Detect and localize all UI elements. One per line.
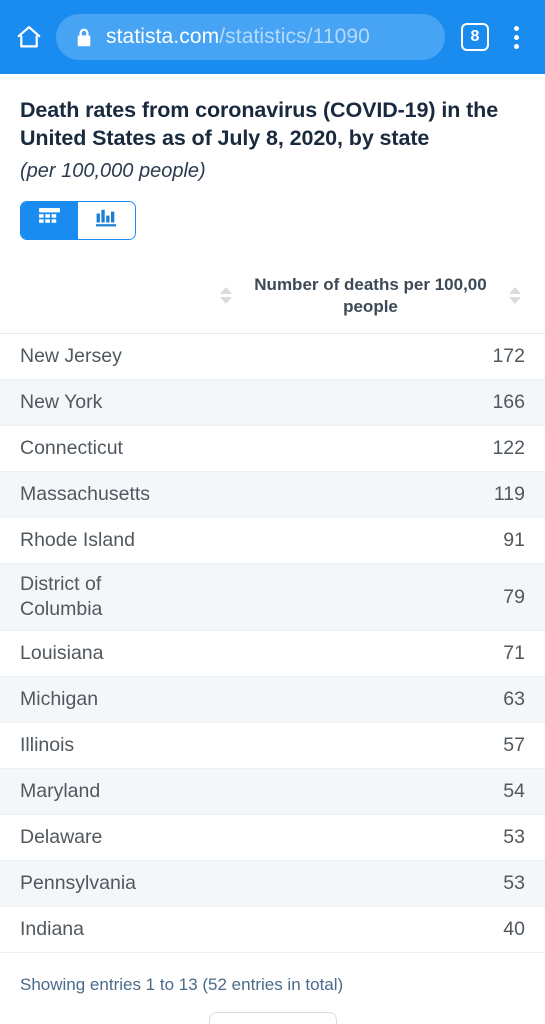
table-cell-state: Michigan [20, 688, 99, 711]
browser-toolbar: statista.com/statistics/11090 8 [0, 0, 545, 74]
table-grid-icon [39, 208, 60, 232]
table-cell-state: Massachusetts [20, 483, 151, 506]
tab-count-button[interactable]: 8 [461, 23, 489, 51]
menu-dot [513, 25, 519, 31]
sort-up-arrow [220, 287, 232, 294]
sort-down-arrow [509, 297, 521, 304]
table-body: New Jersey 172 New York 166 Connecticut 122 Ma… [0, 334, 545, 954]
table-cell-value: 53 [503, 872, 525, 895]
table-header-row: Number of deaths per 100,00 people [0, 262, 545, 335]
table-cell-value: 172 [492, 345, 525, 368]
table-cell-state: Maryland [20, 780, 101, 803]
table-cell-value: 91 [503, 529, 525, 552]
table-cell-value: 166 [492, 391, 525, 414]
table-row: New Jersey 172 [0, 334, 545, 381]
data-table: Number of deaths per 100,00 people New J… [0, 262, 545, 954]
lock-icon [76, 28, 92, 47]
page-title: Death rates from coronavirus (COVID-19) … [20, 98, 499, 151]
table-row: Michigan 63 [0, 677, 545, 724]
sort-arrows-icon-state[interactable] [216, 287, 236, 304]
table-row: District of Columbia 79 [0, 564, 545, 632]
table-row: Indiana 40 [0, 907, 545, 954]
tab-count-label: 8 [470, 28, 480, 45]
table-row: Louisiana 71 [0, 631, 545, 678]
url-path: /statistics/11090 [219, 25, 370, 48]
table-view-button[interactable] [21, 201, 78, 239]
home-icon[interactable] [14, 22, 44, 52]
table-cell-state: Pennsylvania [20, 872, 136, 895]
table-row: New York 166 [0, 380, 545, 427]
table-cell-state: New Jersey [20, 345, 122, 368]
url-text: statista.com/statistics/11090 [106, 25, 370, 49]
pagination-controls [0, 1012, 545, 1024]
table-row: Maryland 54 [0, 769, 545, 816]
menu-dot [513, 43, 519, 49]
table-row: Delaware 53 [0, 815, 545, 862]
sort-down-arrow [220, 297, 232, 304]
table-row: Pennsylvania 53 [0, 861, 545, 908]
table-cell-state: Delaware [20, 826, 103, 849]
table-row: Connecticut 122 [0, 426, 545, 473]
table-cell-state: Connecticut [20, 437, 123, 460]
chart-view-button[interactable] [78, 201, 135, 239]
page-subtitle: (per 100,000 people) [20, 159, 206, 182]
table-cell-state: Illinois [20, 734, 75, 757]
table-row: Illinois 57 [0, 723, 545, 770]
table-cell-state: Rhode Island [20, 529, 135, 552]
page-content: Death rates from coronavirus (COVID-19) … [0, 96, 545, 240]
table-cell-state: Louisiana [20, 642, 104, 665]
menu-dot [513, 34, 519, 40]
table-cell-value: 122 [492, 437, 525, 460]
bar-chart-icon [96, 208, 117, 232]
url-domain: statista.com [106, 25, 220, 48]
table-cell-value: 57 [503, 734, 525, 757]
pagination-button[interactable] [208, 1012, 337, 1024]
table-cell-value: 119 [493, 483, 525, 506]
table-cell-value: 71 [503, 642, 525, 665]
table-cell-state: Indiana [20, 918, 84, 941]
sort-arrows-icon-value[interactable] [505, 287, 525, 304]
table-cell-value: 54 [503, 780, 525, 803]
table-cell-value: 63 [503, 688, 525, 711]
entries-summary: Showing entries 1 to 13 (52 entries in t… [20, 975, 344, 995]
table-cell-value: 79 [503, 585, 525, 608]
url-bar[interactable]: statista.com/statistics/11090 [56, 14, 445, 60]
table-row: Rhode Island 91 [0, 518, 545, 565]
overflow-menu-icon[interactable] [501, 22, 531, 52]
table-cell-state: New York [20, 391, 103, 414]
table-cell-state: District of Columbia [20, 573, 103, 621]
table-cell-value: 40 [503, 918, 525, 941]
table-header-value-label: Number of deaths per 100,00 people [254, 274, 487, 316]
sort-up-arrow [509, 287, 521, 294]
view-toggle-group [20, 200, 136, 240]
table-cell-value: 53 [503, 826, 525, 849]
table-row: Massachusetts 119 [0, 472, 545, 519]
